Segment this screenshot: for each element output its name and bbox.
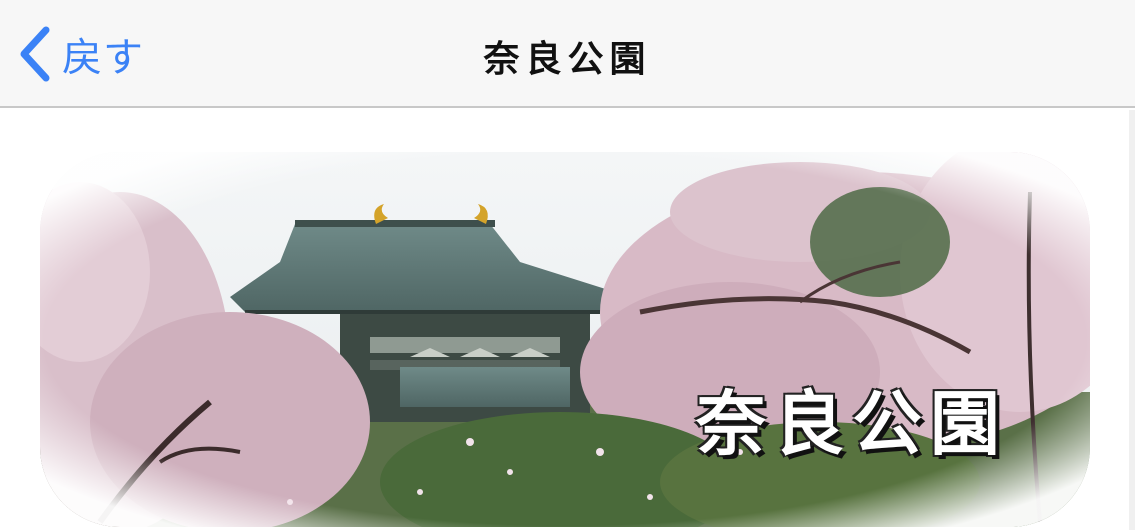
nara-park-banner[interactable]: 奈良公園 — [40, 152, 1090, 527]
navigation-bar: 戻す 奈良公園 — [0, 0, 1135, 108]
banner-caption: 奈良公園 — [696, 383, 1008, 465]
scrollbar-track[interactable] — [1129, 110, 1135, 530]
page-title: 奈良公園 — [483, 39, 652, 80]
temple-cherry-blossom-image — [40, 152, 1090, 527]
